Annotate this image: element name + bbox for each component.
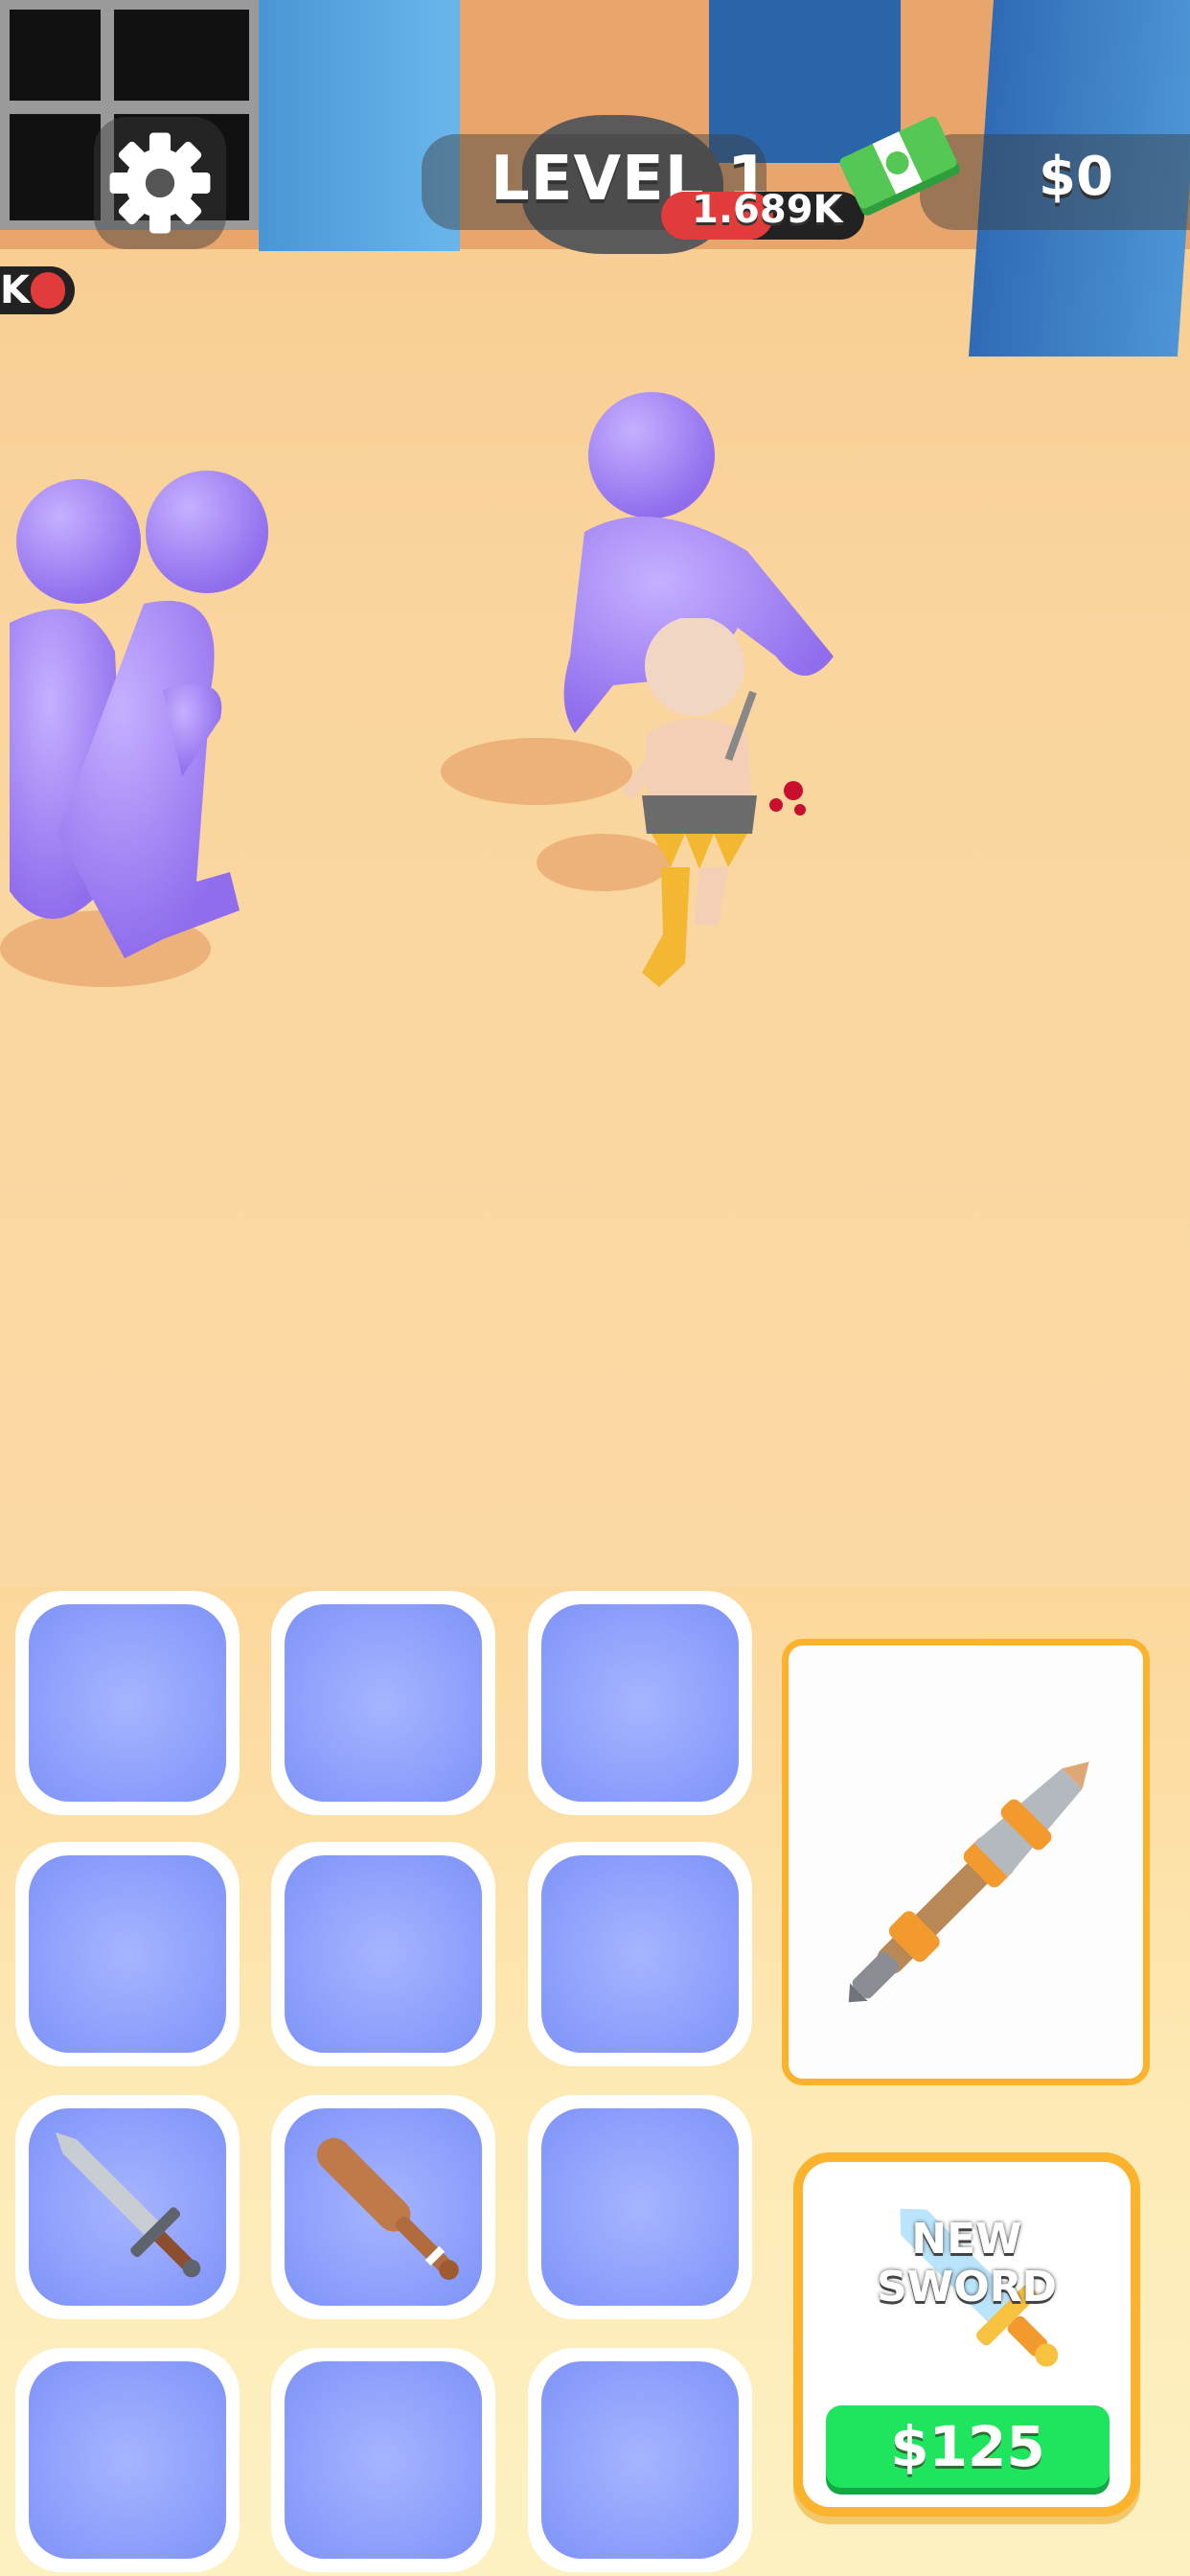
sword-icon[interactable] <box>29 2108 226 2310</box>
merge-slot-r4-c3[interactable] <box>528 2348 752 2572</box>
merge-slot-background <box>285 1604 482 1802</box>
merge-slot-r1-c2[interactable] <box>271 1591 495 1815</box>
merge-slot-background <box>29 2108 226 2306</box>
merge-slot-r2-c2[interactable] <box>271 1842 495 2066</box>
gear-icon <box>109 132 211 234</box>
offscreen-enemy-power-fill <box>31 272 65 309</box>
merge-slot-background <box>285 2108 482 2306</box>
merge-slot-background <box>541 2108 739 2306</box>
wooden-bat-icon[interactable] <box>285 2108 482 2310</box>
game-scene: LEVEL 1 1.689K $0 K <box>0 0 1190 1586</box>
merge-slot-r1-c1[interactable] <box>15 1591 240 1815</box>
merge-slot-background <box>29 1604 226 1802</box>
merge-slot-background <box>541 1855 739 2053</box>
merge-slot-r3-c3[interactable] <box>528 2095 752 2319</box>
player-gladiator <box>621 618 806 987</box>
merge-slot-background <box>541 2361 739 2559</box>
settings-button[interactable] <box>94 117 226 249</box>
spear-icon <box>848 1761 1089 2003</box>
merge-slot-r3-c2[interactable] <box>271 2095 495 2319</box>
merge-slot-background <box>29 2361 226 2559</box>
buy-title-line1: NEW <box>911 2215 1022 2264</box>
merge-slot-r1-c3[interactable] <box>528 1591 752 1815</box>
merge-slot-background <box>285 2361 482 2559</box>
buy-title-line2: SWORD <box>876 2263 1058 2312</box>
merge-slot-r2-c3[interactable] <box>528 1842 752 2066</box>
merge-slot-background <box>285 1855 482 2053</box>
buy-price-button[interactable]: $125 <box>826 2405 1110 2488</box>
player-power-value: 1.689K <box>692 188 843 232</box>
offscreen-enemy-power-badge: K <box>0 266 75 314</box>
offscreen-enemy-power-value: K <box>0 268 30 312</box>
enemy-figure-left <box>10 471 268 958</box>
buy-new-sword-card[interactable]: NEW SWORD $125 <box>793 2152 1140 2517</box>
merge-slot-background <box>541 1604 739 1802</box>
merge-slot-r4-c2[interactable] <box>271 2348 495 2572</box>
merge-slot-r2-c1[interactable] <box>15 1842 240 2066</box>
merge-slot-r3-c1[interactable] <box>15 2095 240 2319</box>
equipped-weapon-card[interactable] <box>782 1639 1150 2085</box>
merge-slot-background <box>29 1855 226 2053</box>
merge-slot-r4-c1[interactable] <box>15 2348 240 2572</box>
money-counter: $0 <box>1039 146 1113 208</box>
